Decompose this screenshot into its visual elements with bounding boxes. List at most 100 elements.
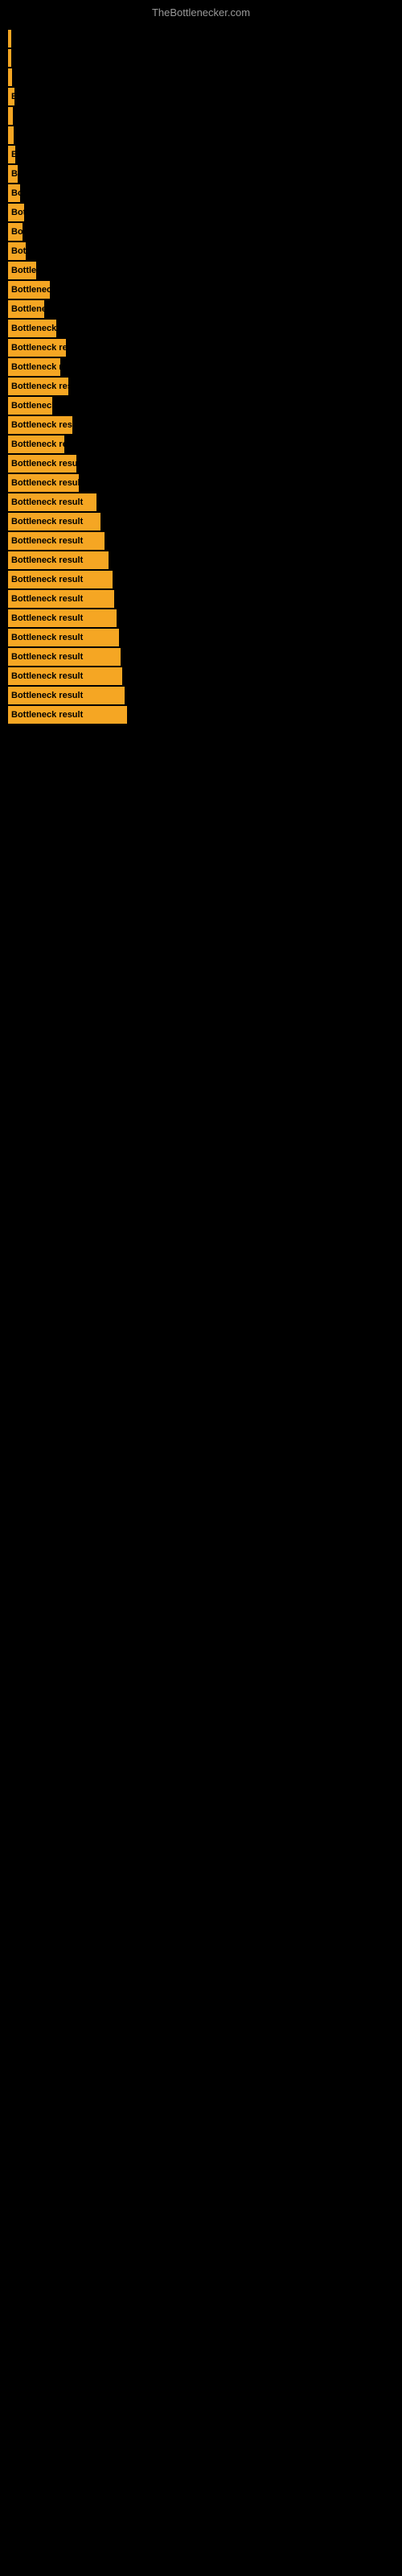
bar-label: Bottleneck result [11,555,83,565]
bar-row: Bottleneck result [8,706,402,724]
bar-row: Bottleneck result [8,474,402,492]
bar-row [8,107,402,125]
bar-row: B [8,165,402,183]
bar: Bottleneck result [8,551,109,569]
bar-row: Bottleneck result [8,609,402,627]
bar: Bottleneck result [8,339,66,357]
bar-label: Bottleneck [11,304,44,314]
bar-label: Bottleneck result [11,652,83,662]
bar: Bottleneck result [8,648,121,666]
bar [8,68,12,86]
bar-label: Bottleneck result [11,497,83,507]
bar-row: Bottleneck res [8,358,402,376]
bar: Bottleneck res [8,320,56,337]
bar-label: Bottleneck result [11,691,83,700]
bar-row: Bottleneck result [8,416,402,434]
bar-label: Bottleneck re [11,401,52,411]
bar-label: E [11,150,15,159]
bar: Bottleneck res [8,358,60,376]
bar: Bottleneck result [8,687,125,704]
bar-label: Bottleneck res [11,362,60,372]
bar-label: Bottleneck result [11,671,83,681]
bar-row [8,126,402,144]
bar-row: Bottleneck re [8,281,402,299]
bar: Bo [8,184,20,202]
bar-label: Bottleneck result [11,536,83,546]
bar-row: Bottleneck result [8,590,402,608]
bar-row [8,68,402,86]
bar-row: Bottleneck resul [8,378,402,395]
bar-row: Bott [8,242,402,260]
bar-label: Bottleneck res [11,324,56,333]
bar: Bottleneck result [8,629,119,646]
bar-label: Bottleneck result [11,343,66,353]
bar: Bottlenec [8,262,36,279]
bar: Bott [8,242,26,260]
bar-label: Bottleneck result [11,613,83,623]
bar-row: E [8,88,402,105]
bar-row: Bottleneck result [8,339,402,357]
bar: Bottleneck result [8,474,79,492]
bar: Bottleneck result [8,590,114,608]
bar-label: Bottleneck result [11,517,83,526]
bar: Bottleneck result [8,667,122,685]
bar-label: Bottleneck result [11,594,83,604]
bar-row: Bottleneck result [8,687,402,704]
bar: Bottleneck result [8,455,76,473]
bar-row: Bottleneck result [8,551,402,569]
bar-row: Bottleneck result [8,532,402,550]
bar: Bottleneck result [8,513,100,530]
bar-label: Bott [11,246,26,256]
bar: Bottleneck resul [8,378,68,395]
bar [8,49,11,67]
bar: Bo [8,223,23,241]
bar-label: Bottleneck result [11,420,72,430]
bar-label: E [11,92,14,101]
bar [8,107,13,125]
bar-row: Bottleneck res [8,320,402,337]
bar-label: Bottleneck result [11,575,83,584]
bar-row: Bot [8,204,402,221]
bar-row: Bo [8,184,402,202]
bar-label: Bottleneck result [11,633,83,642]
bar: Bottleneck result [8,493,96,511]
bar-label: Bottlenec [11,266,36,275]
bar-label: B [11,169,18,179]
bars-container: E E B Bo Bot Bo Bott Bottlenec Bottleneck re Bott… [0,22,402,733]
bar: Bottleneck result [8,532,105,550]
bar-row: Bottlenec [8,262,402,279]
bar: Bot [8,204,24,221]
bar: Bottleneck result [8,416,72,434]
bar: Bottleneck re [8,281,50,299]
bar-row: Bottleneck result [8,455,402,473]
bar-label: Bottleneck result [11,459,76,469]
bar: Bottleneck resu [8,436,64,453]
bar: Bottleneck re [8,397,52,415]
bar-row: Bottleneck resu [8,436,402,453]
bar-row: Bottleneck result [8,667,402,685]
bar-row: Bottleneck [8,300,402,318]
bar-label: Bo [11,188,20,198]
bar-label: Bottleneck result [11,478,79,488]
site-title: TheBottlenecker.com [152,6,250,19]
bar: E [8,88,14,105]
bar: Bottleneck result [8,706,127,724]
bar-row: Bottleneck result [8,629,402,646]
bar-row: Bottleneck result [8,571,402,588]
bar-label: Bo [11,227,23,237]
bar-row: E [8,146,402,163]
bar-row: Bo [8,223,402,241]
bar-row: Bottleneck re [8,397,402,415]
bar-row: Bottleneck result [8,493,402,511]
bar-label: Bottleneck re [11,285,50,295]
bar: Bottleneck result [8,571,113,588]
bar: Bottleneck [8,300,44,318]
bar [8,30,11,47]
bar: Bottleneck result [8,609,117,627]
header: TheBottlenecker.com [0,0,402,22]
bar-row [8,49,402,67]
bar: E [8,146,15,163]
bar-label: Bot [11,208,24,217]
bar-row: Bottleneck result [8,513,402,530]
bar-row: Bottleneck result [8,648,402,666]
